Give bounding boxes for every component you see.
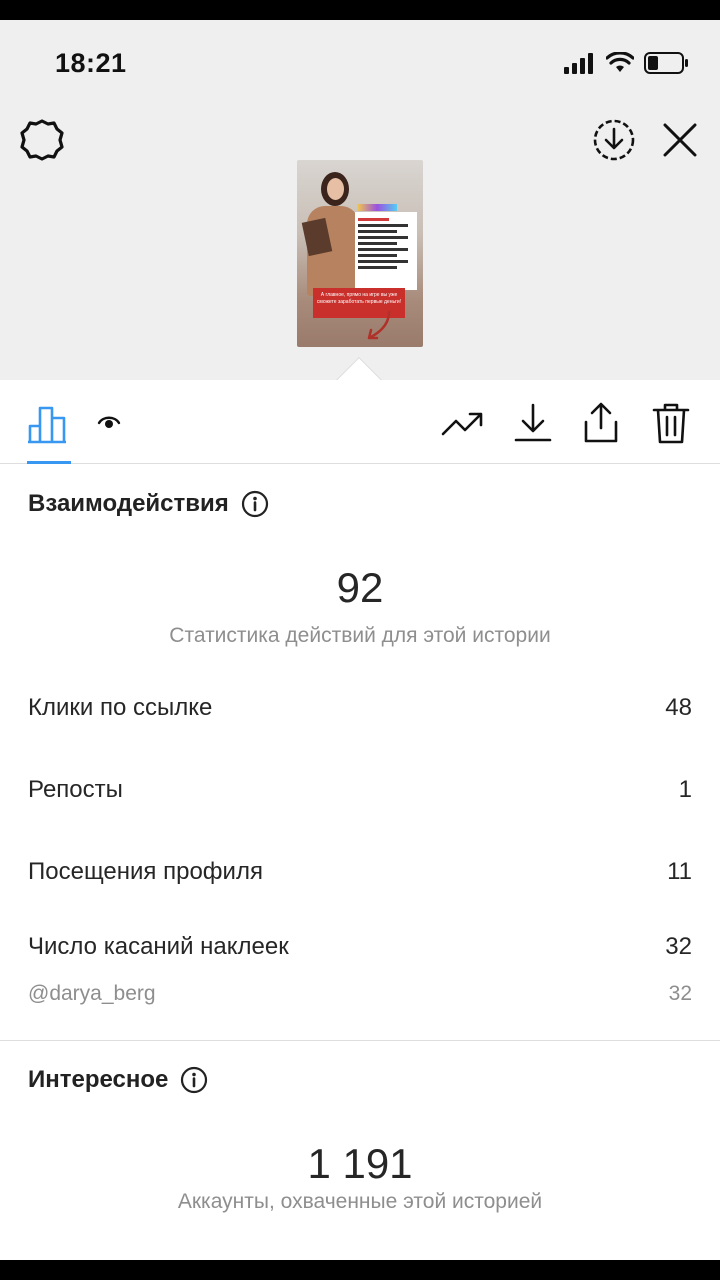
interactions-total: 92	[336, 564, 384, 611]
section-divider	[0, 1040, 720, 1041]
metric-value: 11	[667, 858, 692, 885]
thumbnail-arrow-icon	[367, 310, 391, 340]
metric-label: Клики по ссылке	[28, 694, 213, 721]
metric-row-profile-visits: Посещения профиля 11	[28, 852, 692, 892]
battery-icon	[644, 52, 688, 74]
metric-sub-value: 32	[668, 982, 692, 1005]
metric-value: 32	[665, 933, 692, 960]
settings-gear-icon[interactable]	[18, 116, 66, 164]
metric-value: 1	[678, 776, 692, 803]
thumbnail-text-card	[355, 212, 417, 290]
metric-label: Репосты	[28, 776, 123, 803]
thumbnail-person-face	[327, 178, 344, 200]
info-icon[interactable]	[180, 1066, 208, 1094]
close-icon[interactable]	[656, 116, 704, 164]
discovery-title: Интересное	[28, 1066, 169, 1093]
info-icon[interactable]	[241, 490, 269, 518]
wifi-icon	[606, 52, 634, 72]
viewers-eye-icon[interactable]	[96, 410, 122, 436]
status-icons	[564, 50, 690, 76]
thumbnail-sticker	[357, 204, 397, 211]
metric-row-sticker-taps: Число касаний наклеек 32	[28, 927, 692, 967]
story-preview-header: 18:21 А главное, прямо на игре вы уже см…	[0, 20, 720, 380]
active-tab-underline	[27, 461, 71, 464]
save-download-icon[interactable]	[510, 400, 556, 446]
metric-row-link-clicks: Клики по ссылке 48	[28, 688, 692, 728]
metric-value: 48	[665, 694, 692, 721]
story-toolbar	[0, 380, 720, 464]
metric-label: Посещения профиля	[28, 858, 263, 885]
status-bar: 18:21	[0, 20, 720, 108]
delete-trash-icon[interactable]	[648, 400, 694, 446]
metric-row-reposts: Репосты 1	[28, 770, 692, 810]
insights-bar-chart-icon[interactable]	[26, 400, 72, 446]
promote-trend-icon[interactable]	[440, 400, 486, 446]
download-circle-icon[interactable]	[590, 116, 638, 164]
discovery-heading: Интересное	[28, 1066, 208, 1094]
share-icon[interactable]	[578, 400, 624, 446]
app-screen: 18:21 А главное, прямо на игре вы уже см…	[0, 20, 720, 1260]
story-thumbnail[interactable]: А главное, прямо на игре вы уже сможете …	[297, 160, 423, 347]
signal-icon	[564, 53, 593, 74]
discovery-caption: Аккаунты, охваченные этой историей	[177, 1190, 543, 1213]
metric-subrow-mention: @darya_berg 32	[28, 974, 692, 1014]
interactions-heading: Взаимодействия	[28, 490, 269, 518]
discovery-total: 1 191	[307, 1140, 413, 1187]
metric-label: Число касаний наклеек	[28, 933, 289, 960]
interactions-caption: Статистика действий для этой истории	[169, 624, 551, 647]
metric-sub-label: @darya_berg	[28, 982, 156, 1005]
status-time: 18:21	[55, 48, 127, 78]
interactions-title: Взаимодействия	[28, 490, 229, 517]
